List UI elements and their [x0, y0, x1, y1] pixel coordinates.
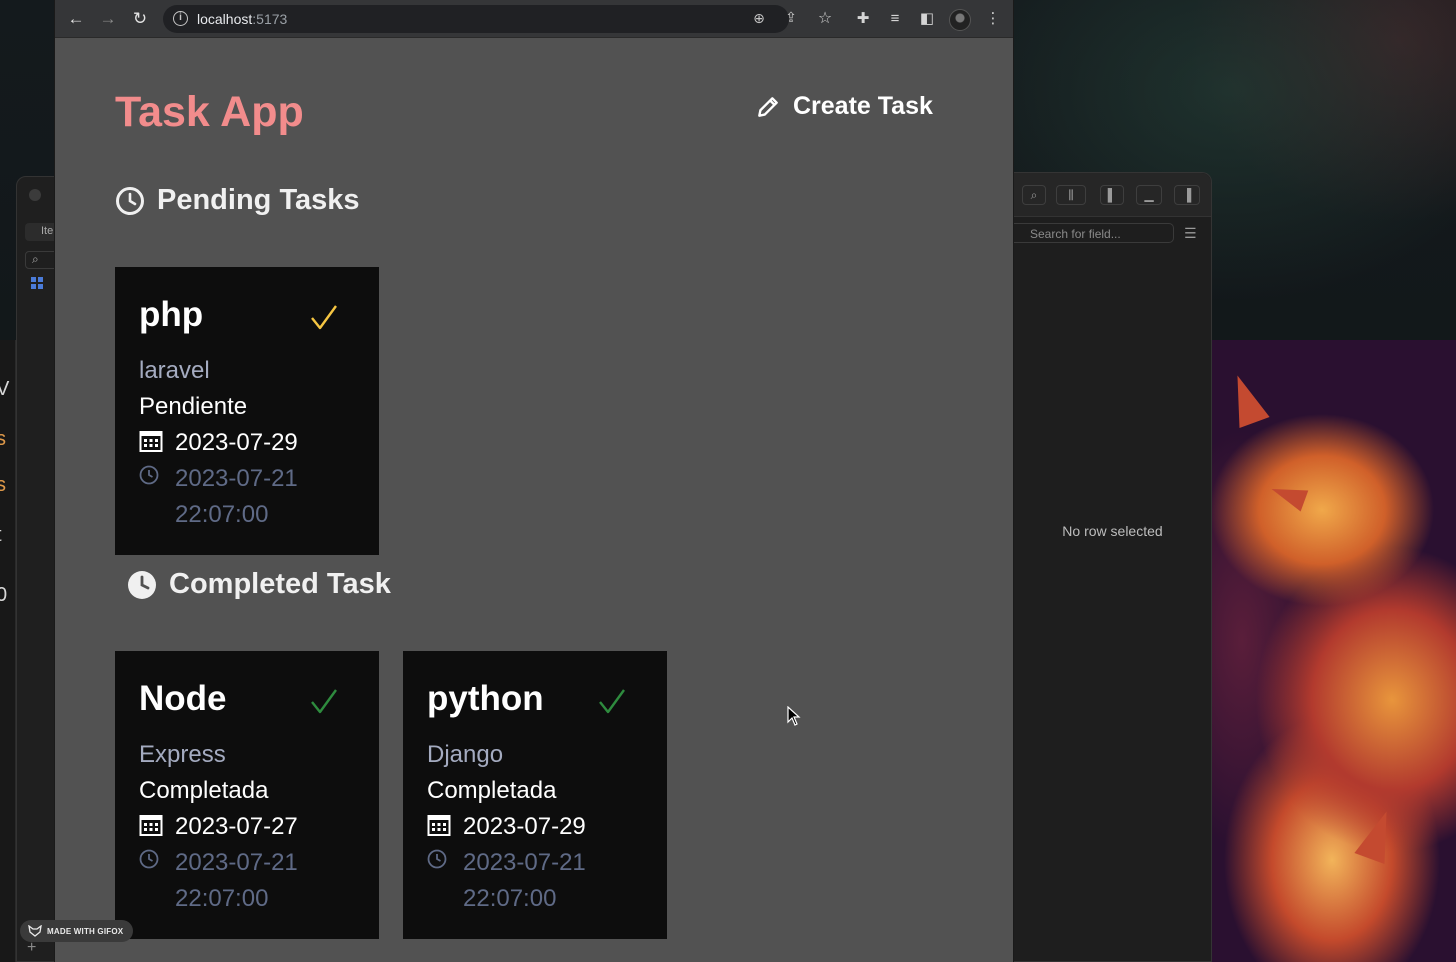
url-text[interactable]: localhost:5173 — [197, 11, 287, 27]
task-status: Completada — [139, 777, 269, 804]
create-task-label: Create Task — [793, 92, 933, 120]
completed-task-card: python Django Completada 2023-07-29 2023… — [403, 651, 667, 939]
side-panel-icon[interactable]: ◧ — [917, 9, 937, 29]
complete-check-icon[interactable] — [597, 687, 627, 717]
url-port: :5173 — [252, 11, 288, 27]
bookmark-star-icon[interactable]: ☆ — [815, 9, 835, 29]
url-host: localhost — [197, 11, 253, 27]
pending-section-title: Pending Tasks — [115, 184, 360, 217]
task-description: Django — [427, 741, 504, 768]
task-status: Completada — [427, 777, 557, 804]
address-bar[interactable]: i localhost:5173 ⊕ ⇪ — [163, 5, 797, 33]
browser-window: ← → ↻ i localhost:5173 ⊕ ⇪ ☆ ✚ ≡ ◧ ⋮ Tas… — [54, 0, 1014, 962]
menu-kebab-icon[interactable]: ⋮ — [983, 9, 1003, 29]
browser-toolbar: ← → ↻ i localhost:5173 ⊕ ⇪ ☆ ✚ ≡ ◧ ⋮ — [55, 0, 1013, 38]
task-created-date: 2023-07-21 — [463, 849, 586, 876]
bottom-panel-icon[interactable]: ▁ — [1136, 185, 1162, 205]
create-task-link[interactable]: Create Task — [755, 92, 933, 121]
task-created-date: 2023-07-21 — [175, 465, 298, 492]
task-created-at: 2023-07-21 22:07:00 — [175, 461, 335, 533]
filter-icon[interactable]: ☰ — [1184, 225, 1197, 242]
background-app-window-right: ⌕ ⫼ ▌ ▁ ▐ Search for field... ☰ No row s… — [1014, 172, 1212, 962]
clock-icon — [139, 465, 159, 485]
task-created-time: 22:07:00 — [175, 501, 269, 528]
calendar-icon — [139, 815, 163, 836]
calendar-icon — [427, 815, 451, 836]
inspector-toolbar: ⌕ ⫼ ▌ ▁ ▐ — [1014, 173, 1211, 217]
zoom-icon[interactable]: ⊕ — [749, 10, 769, 28]
desktop-wallpaper-art — [1212, 340, 1456, 962]
extensions-icon[interactable]: ✚ — [853, 9, 873, 29]
window-control-dot — [29, 189, 41, 201]
profile-avatar[interactable] — [949, 9, 971, 31]
task-due-date: 2023-07-29 — [175, 429, 298, 456]
pencil-icon — [758, 96, 778, 117]
calendar-icon — [139, 431, 163, 452]
task-name: php — [139, 295, 204, 334]
reload-icon[interactable]: ↻ — [129, 8, 151, 30]
right-panel-icon[interactable]: ▐ — [1174, 185, 1200, 205]
columns-icon[interactable]: ⫼ — [1056, 185, 1086, 205]
field-search-input[interactable]: Search for field... — [1014, 223, 1174, 243]
clock-icon — [139, 849, 159, 869]
task-description: laravel — [139, 357, 210, 384]
pending-task-card: php laravel Pendiente 2023-07-29 2023-07… — [115, 267, 379, 555]
task-name: python — [427, 679, 544, 718]
task-name: Node — [139, 679, 227, 718]
back-icon[interactable]: ← — [65, 8, 87, 30]
empty-selection-text: No row selected — [1062, 523, 1163, 539]
task-created-at: 2023-07-21 22:07:00 — [463, 845, 623, 917]
task-created-time: 22:07:00 — [463, 885, 557, 912]
complete-check-icon[interactable] — [309, 303, 339, 333]
gifox-label: MADE WITH GIFOX — [47, 926, 124, 936]
task-status: Pendiente — [139, 393, 248, 420]
task-due-date: 2023-07-27 — [175, 813, 298, 840]
task-due-date: 2023-07-29 — [463, 813, 586, 840]
gifox-badge: MADE WITH GIFOX — [20, 920, 134, 942]
clock-filled-icon — [128, 570, 156, 599]
background-window-edge: V s s t 0 — [0, 340, 16, 962]
task-description: Express — [139, 741, 226, 768]
task-created-date: 2023-07-21 — [175, 849, 298, 876]
clock-icon — [427, 849, 447, 869]
pending-title-text: Pending Tasks — [157, 184, 360, 216]
completed-task-card: Node Express Completada 2023-07-27 2023-… — [115, 651, 379, 939]
site-info-icon[interactable]: i — [173, 11, 188, 26]
forward-icon[interactable]: → — [97, 8, 119, 30]
gifox-logo-icon — [28, 925, 42, 937]
completed-section-title: Completed Task — [127, 568, 391, 601]
complete-check-icon[interactable] — [309, 687, 339, 717]
search-icon[interactable]: ⌕ — [1022, 185, 1046, 205]
left-panel-icon[interactable]: ▌ — [1100, 185, 1124, 205]
media-queue-icon[interactable]: ≡ — [885, 9, 905, 29]
table-grid-icon — [31, 277, 43, 289]
clock-icon — [116, 186, 144, 215]
completed-title-text: Completed Task — [169, 568, 391, 600]
mouse-cursor-icon — [787, 706, 801, 726]
app-title: Task App — [115, 88, 304, 136]
task-app-page: Task App Create Task Pending Tasks php l… — [55, 38, 1013, 962]
task-created-time: 22:07:00 — [175, 885, 269, 912]
share-icon[interactable]: ⇪ — [781, 9, 801, 27]
task-created-at: 2023-07-21 22:07:00 — [175, 845, 335, 917]
